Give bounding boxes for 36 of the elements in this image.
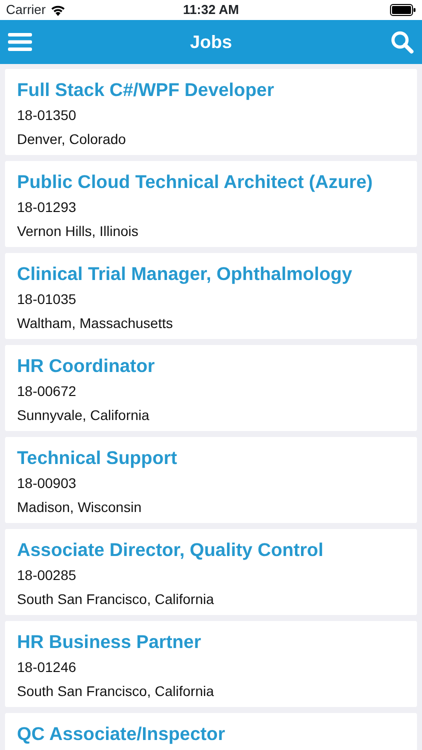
- job-title: Full Stack C#/WPF Developer: [17, 78, 274, 102]
- clock-time: 11:32 AM: [183, 2, 239, 18]
- job-card[interactable]: HR Business Partner 18-01246 South San Francisco, California: [5, 621, 417, 707]
- job-title: HR Coordinator: [17, 354, 155, 378]
- job-number: 18-00903: [17, 474, 76, 493]
- job-card[interactable]: Technical Support 18-00903 Madison, Wisconsin: [5, 437, 417, 523]
- job-title: Associate Director, Quality Control: [17, 538, 324, 562]
- job-location: Sunnyvale, California: [17, 406, 150, 425]
- screen-title: Jobs: [190, 30, 232, 54]
- job-card[interactable]: Associate Director, Quality Control 18-00285 South San Francisco, California: [5, 529, 417, 615]
- search-button[interactable]: [390, 30, 414, 54]
- job-title: Public Cloud Technical Architect (Azure): [17, 170, 373, 194]
- job-location: Waltham, Massachusetts: [17, 314, 173, 333]
- job-title: Clinical Trial Manager, Ophthalmology: [17, 262, 352, 286]
- job-title: HR Business Partner: [17, 630, 202, 654]
- job-title: Technical Support: [17, 446, 178, 470]
- job-title: QC Associate/Inspector: [17, 722, 226, 746]
- menu-button[interactable]: [8, 32, 32, 52]
- job-card[interactable]: Public Cloud Technical Architect (Azure) 18-01293 Vernon Hills, Illinois: [5, 161, 417, 247]
- job-location: South San Francisco, California: [17, 590, 214, 609]
- job-number: 18-00672: [17, 382, 76, 401]
- carrier-name: Carrier: [6, 1, 46, 20]
- job-location: Madison, Wisconsin: [17, 498, 142, 517]
- job-number: 18-01293: [17, 198, 76, 217]
- wifi-icon: [50, 4, 66, 16]
- job-number: 18-01246: [17, 658, 76, 677]
- job-card[interactable]: Clinical Trial Manager, Ophthalmology 18-01035 Waltham, Massachusetts: [5, 253, 417, 339]
- battery-icon: [390, 4, 416, 16]
- job-number: 18-01035: [17, 290, 76, 309]
- job-location: Vernon Hills, Illinois: [17, 222, 138, 241]
- job-card[interactable]: HR Coordinator 18-00672 Sunnyvale, California: [5, 345, 417, 431]
- job-number: 18-01350: [17, 106, 76, 125]
- job-location: Denver, Colorado: [17, 130, 126, 149]
- job-location: South San Francisco, California: [17, 682, 214, 701]
- job-card[interactable]: Full Stack C#/WPF Developer 18-01350 Denver, Colorado: [5, 69, 417, 155]
- job-number: 18-00285: [17, 566, 76, 585]
